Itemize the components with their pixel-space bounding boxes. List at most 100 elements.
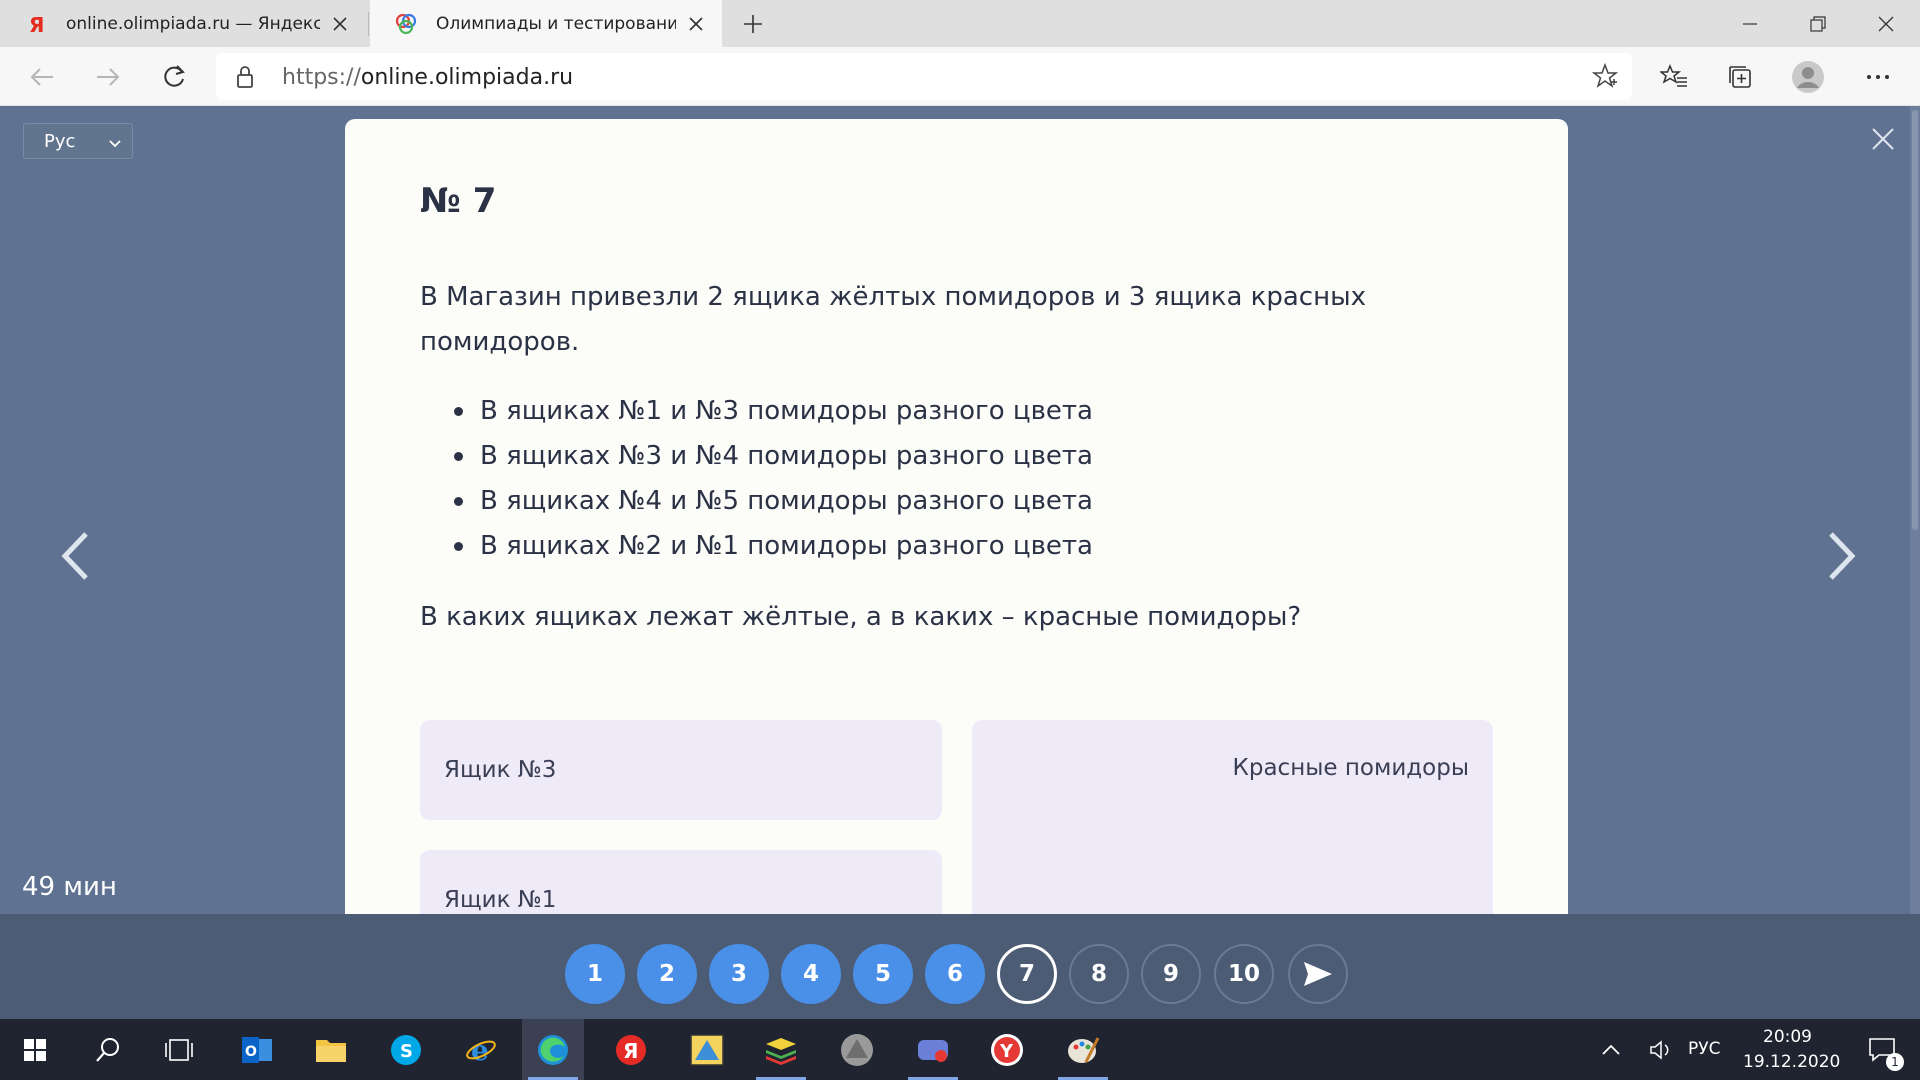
olympiad-logo-icon xyxy=(394,12,418,36)
windows-logo-icon xyxy=(24,1038,46,1061)
question-nav-6[interactable]: 6 xyxy=(925,944,985,1004)
svg-text:Я: Я xyxy=(623,1039,638,1063)
restore-icon xyxy=(1810,15,1826,32)
settings-more-button[interactable] xyxy=(1858,57,1898,97)
list-item: В ящиках №2 и №1 помидоры разного цвета xyxy=(454,524,1493,569)
taskbar-bluestacks[interactable] xyxy=(750,1019,812,1080)
svg-text:e: e xyxy=(471,1034,489,1066)
question-nav-10[interactable]: 10 xyxy=(1214,944,1274,1004)
favorite-star-icon[interactable] xyxy=(1591,62,1619,93)
minimize-button[interactable] xyxy=(1716,0,1784,47)
close-window-button[interactable] xyxy=(1852,0,1920,47)
start-button[interactable] xyxy=(4,1019,66,1080)
arrow-left-icon xyxy=(30,68,53,86)
taskbar-app-gray[interactable] xyxy=(826,1019,888,1080)
taskbar-app-yellow[interactable] xyxy=(676,1019,738,1080)
close-icon xyxy=(1878,16,1894,31)
chevron-right-icon xyxy=(1829,532,1856,580)
folder-icon xyxy=(316,1039,346,1062)
tab-title: Олимпиады и тестирования — xyxy=(436,13,676,34)
tab-separator xyxy=(368,12,369,36)
back-button[interactable] xyxy=(22,57,62,97)
svg-text:O: O xyxy=(245,1044,257,1060)
url-host: online.olimpiada.ru xyxy=(360,65,574,90)
list-item: В ящиках №3 и №4 помидоры разного цвета xyxy=(454,434,1493,479)
close-task-button[interactable] xyxy=(1866,122,1900,156)
lock-icon[interactable] xyxy=(236,65,254,93)
close-icon xyxy=(1872,128,1894,150)
taskbar-edge[interactable] xyxy=(522,1019,584,1080)
question-nav-3[interactable]: 3 xyxy=(709,944,769,1004)
timer: 49 мин xyxy=(22,872,117,902)
volume-button[interactable] xyxy=(1643,1019,1679,1080)
clock-time[interactable]: 20:09 xyxy=(1763,1027,1812,1047)
answer-label: Ящик №1 xyxy=(444,887,557,913)
yandex-browser-icon: Y xyxy=(991,1033,1023,1066)
question-nav-4[interactable]: 4 xyxy=(781,944,841,1004)
question-nav-5[interactable]: 5 xyxy=(853,944,913,1004)
taskbar-file-explorer[interactable] xyxy=(300,1019,362,1080)
question-nav-1[interactable]: 1 xyxy=(565,944,625,1004)
search-icon xyxy=(96,1037,119,1062)
list-item: В ящиках №4 и №5 помидоры разного цвета xyxy=(454,479,1493,524)
task-number: № 7 xyxy=(420,181,497,221)
refresh-button[interactable] xyxy=(154,57,194,97)
taskbar-outlook[interactable]: O xyxy=(226,1019,288,1080)
restore-button[interactable] xyxy=(1784,0,1852,47)
task-view-icon xyxy=(165,1038,193,1061)
next-task-button[interactable] xyxy=(1822,526,1862,586)
scrollbar-thumb[interactable] xyxy=(1912,110,1918,530)
arrow-right-icon xyxy=(97,68,120,86)
address-bar[interactable]: https://online.olimpiada.ru xyxy=(216,53,1632,100)
show-hidden-icons-button[interactable] xyxy=(1593,1019,1629,1080)
taskbar-skype[interactable]: S xyxy=(375,1019,437,1080)
answer-label: Ящик №3 xyxy=(444,757,557,783)
taskbar-paint[interactable] xyxy=(1052,1019,1114,1080)
question-nav-8[interactable]: 8 xyxy=(1069,944,1129,1004)
favorites-icon xyxy=(1660,64,1687,87)
outlook-icon: O xyxy=(242,1036,272,1063)
taskbar-app-game[interactable] xyxy=(902,1019,964,1080)
question-nav-7[interactable]: 7 xyxy=(997,944,1057,1004)
tab-yandex-search[interactable]: Я online.olimpiada.ru — Яндекс: н xyxy=(0,0,366,47)
question-nav-2[interactable]: 2 xyxy=(637,944,697,1004)
edge-icon xyxy=(538,1034,568,1065)
bluestacks-icon xyxy=(766,1037,796,1065)
task-card: № 7 В Магазин привезли 2 ящика жёлтых по… xyxy=(345,119,1568,1019)
new-tab-button[interactable] xyxy=(738,9,768,39)
taskbar-yandex-browser[interactable]: Y xyxy=(976,1019,1038,1080)
language-select[interactable]: Рус xyxy=(23,123,133,159)
tab-olympiad[interactable]: Олимпиады и тестирования — xyxy=(370,0,722,47)
collections-button[interactable] xyxy=(1720,57,1760,97)
input-language[interactable]: РУС xyxy=(1688,1039,1720,1059)
draggable-answer-box-3[interactable]: Ящик №3 xyxy=(420,720,942,820)
task-view-button[interactable] xyxy=(148,1019,210,1080)
drop-zone-label: Красные помидоры xyxy=(1232,755,1469,781)
previous-task-button[interactable] xyxy=(55,526,95,586)
favorites-button[interactable] xyxy=(1654,57,1694,97)
send-icon xyxy=(1304,962,1332,986)
scrollbar[interactable] xyxy=(1910,106,1920,914)
clock-date[interactable]: 19.12.2020 xyxy=(1743,1052,1840,1072)
profile-button[interactable] xyxy=(1788,57,1828,97)
question-navigation: 1 2 3 4 5 6 7 8 9 10 xyxy=(0,914,1920,1019)
paint-palette-icon xyxy=(1068,1036,1100,1063)
question-nav-9[interactable]: 9 xyxy=(1141,944,1201,1004)
task-intro: В Магазин привезли 2 ящика жёлтых помидо… xyxy=(420,282,1367,357)
windows-taskbar: O S e Я Y РУС 20:09 19.12.2020 1 xyxy=(0,1019,1920,1080)
taskbar-internet-explorer[interactable]: e xyxy=(450,1019,512,1080)
svg-text:S: S xyxy=(400,1041,413,1062)
close-tab-icon[interactable] xyxy=(328,12,352,36)
submit-answers-button[interactable] xyxy=(1288,944,1348,1004)
notifications-button[interactable]: 1 xyxy=(1852,1019,1912,1080)
conditions-list: В ящиках №1 и №3 помидоры разного цвета … xyxy=(454,389,1493,569)
search-button[interactable] xyxy=(77,1019,139,1080)
tab-bar: Я online.olimpiada.ru — Яндекс: н Олимпи… xyxy=(0,0,1920,47)
forward-button[interactable] xyxy=(88,57,128,97)
close-tab-icon[interactable] xyxy=(684,12,708,36)
chevron-down-icon xyxy=(108,134,122,155)
more-horizontal-icon xyxy=(1867,75,1889,79)
svg-text:Y: Y xyxy=(999,1041,1014,1062)
speaker-icon xyxy=(1650,1039,1669,1060)
taskbar-yandex[interactable]: Я xyxy=(600,1019,662,1080)
